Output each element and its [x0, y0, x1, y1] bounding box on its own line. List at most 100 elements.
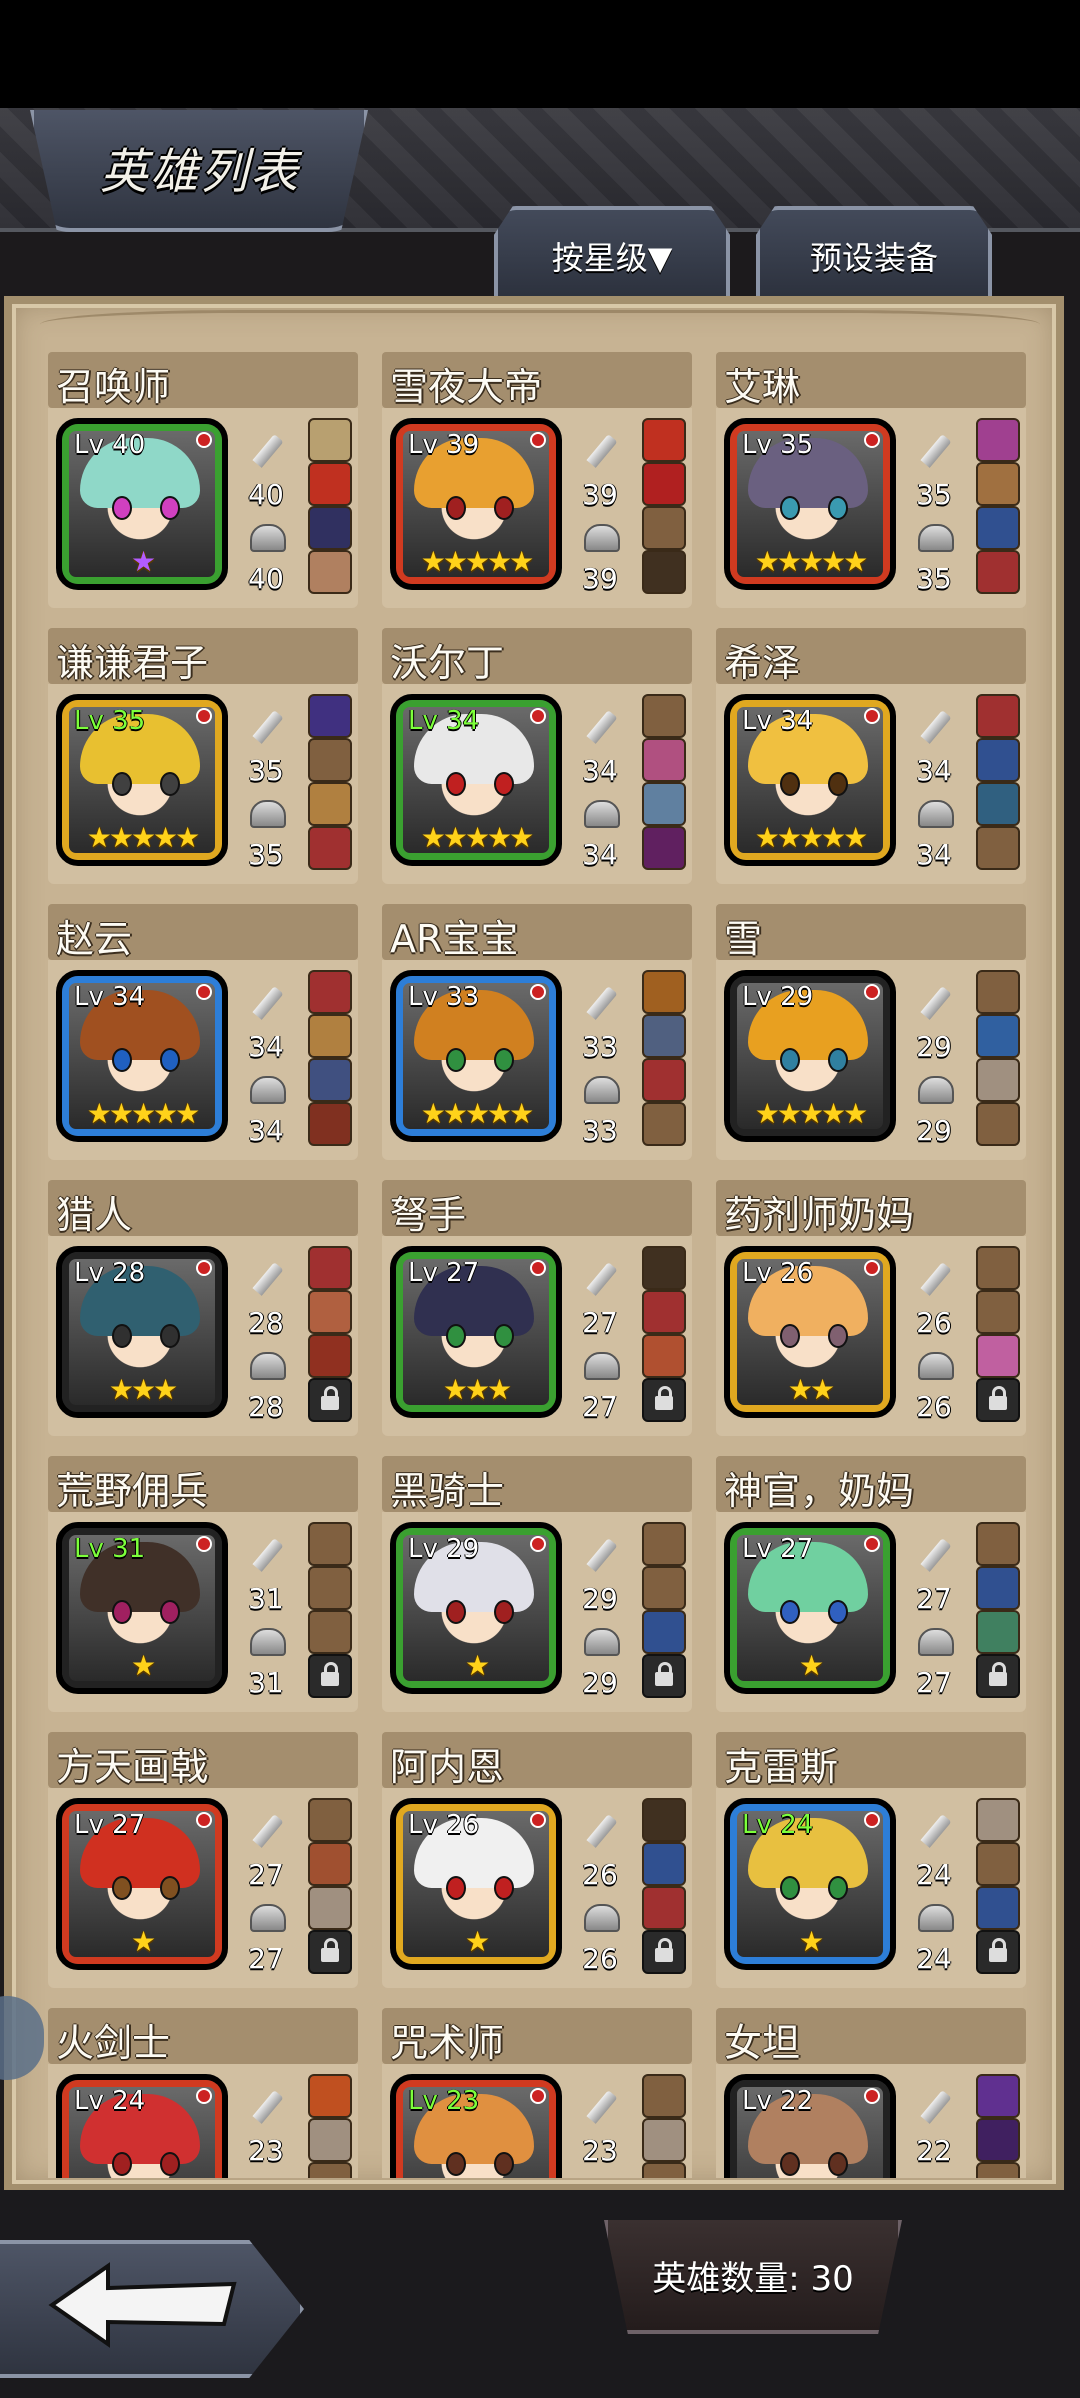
equipment-slot[interactable] — [642, 1566, 686, 1610]
hero-card[interactable]: 希泽 Lv 34 ★★★★★ 34 34 — [716, 628, 1026, 884]
hero-card[interactable]: 方天画戟 Lv 27 ★ 27 27 — [48, 1732, 358, 1988]
hero-card[interactable]: 猎人 Lv 28 ★★★ 28 28 — [48, 1180, 358, 1436]
equipment-slot[interactable] — [642, 1058, 686, 1102]
equipment-slot[interactable] — [642, 1886, 686, 1930]
equipment-slot[interactable] — [308, 1102, 352, 1146]
equipment-slot[interactable] — [976, 1610, 1020, 1654]
equipment-slot[interactable] — [976, 1058, 1020, 1102]
equipment-slot[interactable] — [308, 826, 352, 870]
equipment-slot[interactable] — [976, 506, 1020, 550]
equipment-slot[interactable] — [308, 970, 352, 1014]
hero-portrait[interactable]: Lv 31 ★ — [56, 1522, 228, 1694]
hero-portrait[interactable]: Lv 35 ★★★★★ — [56, 694, 228, 866]
hero-card[interactable]: 谦谦君子 Lv 35 ★★★★★ 35 35 — [48, 628, 358, 884]
hero-card[interactable]: 艾琳 Lv 35 ★★★★★ 35 35 — [716, 352, 1026, 608]
equipment-slot[interactable] — [976, 418, 1020, 462]
sort-by-star-tab[interactable]: 按星级▼ — [494, 206, 730, 302]
equipment-slot[interactable] — [308, 2074, 352, 2118]
equipment-slot[interactable] — [976, 1522, 1020, 1566]
equipment-slot[interactable] — [308, 1246, 352, 1290]
hero-portrait[interactable]: Lv 29 ★ — [390, 1522, 562, 1694]
hero-card[interactable]: 阿内恩 Lv 26 ★ 26 26 — [382, 1732, 692, 1988]
hero-card[interactable]: 雪夜大帝 Lv 39 ★★★★★ 39 39 — [382, 352, 692, 608]
equipment-slot[interactable] — [976, 826, 1020, 870]
equipment-slot[interactable] — [976, 1886, 1020, 1930]
equipment-slot[interactable] — [308, 550, 352, 594]
hero-card[interactable]: 雪 Lv 29 ★★★★★ 29 29 — [716, 904, 1026, 1160]
equipment-slot[interactable] — [308, 418, 352, 462]
hero-card[interactable]: 女坦 Lv 22 22 — [716, 2008, 1026, 2178]
equipment-slot[interactable] — [642, 1102, 686, 1146]
equipment-slot[interactable] — [308, 1610, 352, 1654]
equipment-slot[interactable] — [976, 694, 1020, 738]
hero-card[interactable]: 弩手 Lv 27 ★★★ 27 27 — [382, 1180, 692, 1436]
hero-portrait[interactable]: Lv 24 ★ — [724, 1798, 896, 1970]
hero-card[interactable]: 克雷斯 Lv 24 ★ 24 24 — [716, 1732, 1026, 1988]
equipment-slot[interactable] — [308, 506, 352, 550]
equipment-slot[interactable] — [976, 1334, 1020, 1378]
equipment-slot[interactable] — [642, 970, 686, 1014]
equipment-slot[interactable] — [642, 1290, 686, 1334]
equipment-slot[interactable] — [976, 1290, 1020, 1334]
locked-slot-icon[interactable] — [308, 1378, 352, 1422]
hero-portrait[interactable]: Lv 27 ★ — [56, 1798, 228, 1970]
equipment-slot[interactable] — [642, 2118, 686, 2162]
equipment-slot[interactable] — [642, 462, 686, 506]
equipment-slot[interactable] — [642, 1798, 686, 1842]
equipment-slot[interactable] — [308, 1014, 352, 1058]
hero-portrait[interactable]: Lv 35 ★★★★★ — [724, 418, 896, 590]
equipment-slot[interactable] — [642, 1014, 686, 1058]
hero-portrait[interactable]: Lv 24 — [56, 2074, 228, 2178]
equipment-slot[interactable] — [642, 2074, 686, 2118]
hero-card[interactable]: 火剑士 Lv 24 23 — [48, 2008, 358, 2178]
equipment-slot[interactable] — [308, 1058, 352, 1102]
equipment-slot[interactable] — [976, 1014, 1020, 1058]
equipment-slot[interactable] — [976, 2162, 1020, 2178]
equipment-slot[interactable] — [642, 1842, 686, 1886]
hero-card[interactable]: 神官，奶妈 Lv 27 ★ 27 27 — [716, 1456, 1026, 1712]
hero-card[interactable]: 召唤师 Lv 40 ★ 40 40 — [48, 352, 358, 608]
hero-portrait[interactable]: Lv 39 ★★★★★ — [390, 418, 562, 590]
equipment-slot[interactable] — [642, 2162, 686, 2178]
hero-grid[interactable]: 召唤师 Lv 40 ★ 40 40 雪夜大帝 Lv 39 ★★★★★ 39 39… — [30, 352, 1050, 2178]
equipment-slot[interactable] — [642, 738, 686, 782]
hero-portrait[interactable]: Lv 27 ★ — [724, 1522, 896, 1694]
equipment-slot[interactable] — [642, 782, 686, 826]
equipment-slot[interactable] — [308, 1886, 352, 1930]
hero-portrait[interactable]: Lv 26 ★★ — [724, 1246, 896, 1418]
equipment-slot[interactable] — [642, 506, 686, 550]
equipment-slot[interactable] — [308, 738, 352, 782]
hero-card[interactable]: 黑骑士 Lv 29 ★ 29 29 — [382, 1456, 692, 1712]
hero-card[interactable]: 荒野佣兵 Lv 31 ★ 31 31 — [48, 1456, 358, 1712]
equipment-slot[interactable] — [308, 694, 352, 738]
hero-portrait[interactable]: Lv 34 ★★★★★ — [56, 970, 228, 1142]
locked-slot-icon[interactable] — [976, 1378, 1020, 1422]
equipment-slot[interactable] — [308, 2118, 352, 2162]
locked-slot-icon[interactable] — [308, 1930, 352, 1974]
hero-portrait[interactable]: Lv 34 ★★★★★ — [724, 694, 896, 866]
hero-card[interactable]: 药剂师奶妈 Lv 26 ★★ 26 26 — [716, 1180, 1026, 1436]
equipment-slot[interactable] — [308, 1842, 352, 1886]
equipment-slot[interactable] — [308, 462, 352, 506]
equipment-slot[interactable] — [642, 1334, 686, 1378]
hero-card[interactable]: AR宝宝 Lv 33 ★★★★★ 33 33 — [382, 904, 692, 1160]
locked-slot-icon[interactable] — [642, 1654, 686, 1698]
hero-portrait[interactable]: Lv 27 ★★★ — [390, 1246, 562, 1418]
equipment-slot[interactable] — [976, 550, 1020, 594]
equipment-slot[interactable] — [976, 970, 1020, 1014]
equipment-slot[interactable] — [976, 1566, 1020, 1610]
hero-portrait[interactable]: Lv 26 ★ — [390, 1798, 562, 1970]
hero-portrait[interactable]: Lv 28 ★★★ — [56, 1246, 228, 1418]
equipment-slot[interactable] — [976, 738, 1020, 782]
hero-card[interactable]: 沃尔丁 Lv 34 ★★★★★ 34 34 — [382, 628, 692, 884]
equipment-slot[interactable] — [976, 1798, 1020, 1842]
equipment-slot[interactable] — [642, 826, 686, 870]
preset-equipment-tab[interactable]: 预设装备 — [756, 206, 992, 302]
equipment-slot[interactable] — [642, 550, 686, 594]
hero-portrait[interactable]: Lv 22 — [724, 2074, 896, 2178]
hero-portrait[interactable]: Lv 33 ★★★★★ — [390, 970, 562, 1142]
equipment-slot[interactable] — [976, 462, 1020, 506]
equipment-slot[interactable] — [308, 1566, 352, 1610]
equipment-slot[interactable] — [976, 1246, 1020, 1290]
hero-card[interactable]: 赵云 Lv 34 ★★★★★ 34 34 — [48, 904, 358, 1160]
